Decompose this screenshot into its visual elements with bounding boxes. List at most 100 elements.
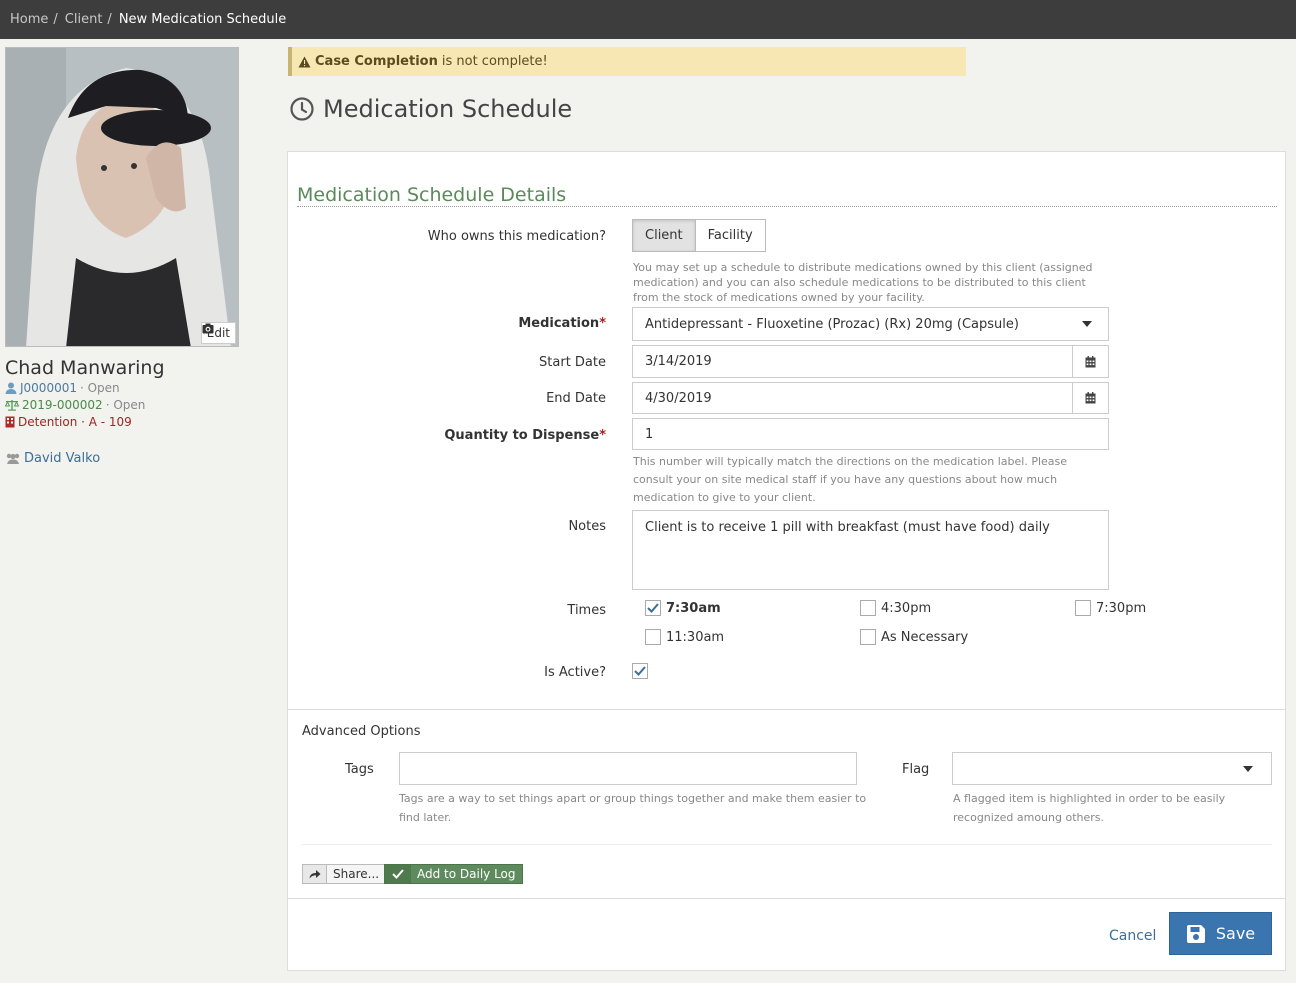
case-completion-alert: Case Completion is not complete! — [288, 47, 966, 76]
medication-schedule-panel: Medication Schedule Details Who owns thi… — [287, 151, 1286, 971]
cancel-link[interactable]: Cancel — [1109, 928, 1156, 944]
calendar-icon — [1085, 392, 1096, 404]
checkbox[interactable] — [645, 600, 661, 616]
checkbox[interactable] — [632, 663, 648, 679]
time-option-1130am[interactable]: 11:30am — [645, 629, 724, 645]
flag-help: A flagged item is highlighted in order t… — [953, 792, 1226, 824]
page-title: Medication Schedule — [290, 95, 572, 123]
save-button[interactable]: Save — [1169, 912, 1272, 955]
time-option-430pm[interactable]: 4:30pm — [860, 600, 931, 616]
end-date-calendar-button[interactable] — [1072, 383, 1108, 413]
edit-photo-button[interactable]: Edit — [200, 322, 236, 344]
notes-label: Notes — [568, 519, 606, 534]
is-active-checkbox[interactable] — [632, 663, 648, 679]
save-label: Save — [1215, 924, 1256, 943]
owner-option-client[interactable]: Client — [632, 219, 696, 252]
checkbox[interactable] — [860, 600, 876, 616]
share-label: Share... — [333, 867, 380, 881]
options-divider — [302, 844, 1272, 845]
tags-input[interactable] — [399, 752, 857, 785]
scale-icon — [5, 400, 19, 411]
time-option-label: As Necessary — [881, 629, 969, 645]
check-icon — [634, 666, 646, 676]
alert-message: is not complete! — [441, 54, 548, 69]
daily-log-label: Add to Daily Log — [417, 867, 516, 881]
staff-link[interactable]: David Valko — [5, 451, 100, 466]
checkbox[interactable] — [1075, 600, 1091, 616]
staff-name: David Valko — [24, 451, 101, 466]
chevron-down-icon — [1082, 321, 1092, 327]
floppy-disk-icon — [1186, 924, 1205, 943]
check-icon-wrap — [385, 865, 411, 883]
building-icon — [5, 416, 15, 428]
chevron-down-icon — [1243, 766, 1253, 772]
client-id-row: J0000001 · Open — [5, 381, 120, 395]
owner-option-facility[interactable]: Facility — [695, 219, 766, 252]
client-status: · Open — [79, 381, 120, 395]
quantity-help: This number will typically match the dir… — [633, 455, 1068, 504]
times-label: Times — [567, 603, 606, 618]
case-row: 2019-000002 · Open — [5, 398, 145, 412]
medication-select[interactable]: Antidepressant - Fluoxetine (Prozac) (Rx… — [632, 307, 1109, 341]
quantity-input[interactable]: 1 — [632, 418, 1109, 450]
advanced-divider — [288, 709, 1285, 710]
location-row: Detention · A - 109 — [5, 415, 132, 429]
page-title-text: Medication Schedule — [323, 95, 573, 123]
case-status: · Open — [105, 398, 146, 412]
checkbox[interactable] — [860, 629, 876, 645]
share-icon — [309, 870, 320, 879]
owner-label: Who owns this medication? — [427, 229, 606, 244]
flag-select[interactable] — [952, 752, 1272, 785]
breadcrumb-current: New Medication Schedule — [118, 12, 287, 27]
start-date-value: 3/14/2019 — [645, 354, 712, 369]
share-icon-wrap — [303, 865, 327, 883]
is-active-label: Is Active? — [544, 665, 606, 680]
time-option-label: 4:30pm — [881, 600, 932, 616]
breadcrumb: Home / Client / New Medication Schedule — [0, 0, 1296, 39]
check-icon — [392, 869, 404, 879]
medication-label: Medication* — [296, 316, 606, 331]
warning-icon — [298, 56, 311, 67]
tags-help: Tags are a way to set things apart or gr… — [399, 792, 867, 824]
section-title: Medication Schedule Details — [297, 184, 567, 206]
client-id-link[interactable]: J0000001 — [20, 381, 77, 395]
client-photo-illustration — [6, 48, 238, 346]
start-date-label: Start Date — [539, 355, 606, 370]
quantity-label-text: Quantity to Dispense — [444, 428, 600, 443]
tags-label: Tags — [345, 762, 374, 777]
quantity-label: Quantity to Dispense* — [296, 428, 606, 443]
add-to-daily-log-button[interactable]: Add to Daily Log — [384, 864, 523, 884]
end-date-input[interactable]: 4/30/2019 — [632, 382, 1109, 414]
footer-divider — [288, 898, 1285, 899]
end-date-value: 4/30/2019 — [645, 390, 712, 406]
checkbox[interactable] — [645, 629, 661, 645]
client-name: Chad Manwaring — [5, 357, 165, 379]
check-icon — [647, 603, 659, 613]
start-date-input[interactable]: 3/14/2019 — [632, 345, 1109, 378]
required-marker: * — [599, 316, 606, 331]
time-option-730pm[interactable]: 7:30pm — [1075, 600, 1146, 616]
quantity-value: 1 — [645, 426, 654, 442]
time-option-label: 7:30am — [666, 600, 721, 616]
calendar-icon — [1085, 355, 1096, 367]
time-option-730am[interactable]: 7:30am — [645, 600, 721, 616]
breadcrumb-separator: / — [53, 12, 58, 27]
case-id-link[interactable]: 2019-000002 — [22, 398, 103, 412]
medication-label-text: Medication — [518, 316, 600, 331]
notes-textarea[interactable]: Client is to receive 1 pill with breakfa… — [632, 510, 1109, 590]
share-button[interactable]: Share... — [302, 864, 387, 884]
time-option-label: 7:30pm — [1096, 600, 1147, 616]
section-divider — [297, 206, 1277, 207]
clock-icon — [290, 97, 314, 121]
breadcrumb-client[interactable]: Client — [65, 12, 103, 27]
time-option-label: 11:30am — [666, 629, 725, 645]
required-marker: * — [599, 428, 606, 443]
camera-icon — [202, 323, 214, 334]
time-option-as-necessary[interactable]: As Necessary — [860, 629, 968, 645]
advanced-options-title: Advanced Options — [302, 724, 421, 739]
flag-label: Flag — [902, 762, 930, 777]
start-date-calendar-button[interactable] — [1072, 346, 1108, 377]
breadcrumb-home[interactable]: Home — [10, 12, 48, 27]
user-icon — [5, 382, 17, 394]
end-date-label: End Date — [546, 391, 606, 406]
